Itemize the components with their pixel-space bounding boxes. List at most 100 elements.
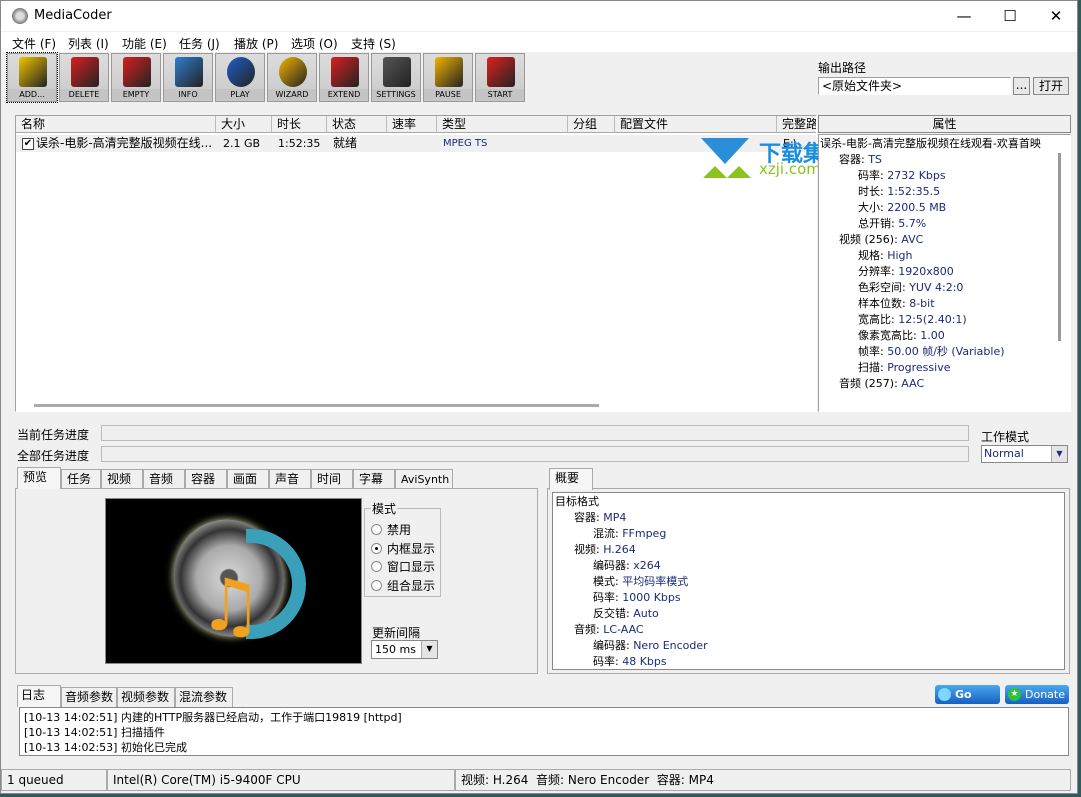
tab-9[interactable]: AviSynth	[395, 469, 453, 489]
mode-radio[interactable]	[371, 524, 382, 535]
mode-option-label[interactable]: 内框显示	[387, 540, 435, 557]
menu-bar: 文件 (F) 列表 (I) 功能 (E) 任务 (J) 播放 (P) 选项 (O…	[1, 32, 1077, 52]
info-button[interactable]: INFO	[163, 53, 213, 102]
tree-item[interactable]: 码率: 48 Kbps	[593, 654, 667, 670]
tree-item[interactable]: 反交错: Auto	[593, 606, 659, 622]
tree-item[interactable]: 音频: LC-AAC	[574, 622, 644, 638]
chevron-down-icon[interactable]: ▼	[421, 641, 437, 658]
play-button[interactable]: PLAY	[215, 53, 265, 102]
tree-item[interactable]: 码率: 2732 Kbps	[858, 168, 946, 184]
col-type[interactable]: 类型	[437, 116, 568, 133]
tree-item[interactable]: 视频: H.264	[574, 542, 636, 558]
tree-item[interactable]: 误杀-电影-高清完整版视频在线观看-欢喜首映	[820, 136, 1041, 152]
add-button[interactable]: ADD...	[6, 52, 58, 103]
extend-button[interactable]: EXTEND	[319, 53, 369, 102]
summary-tree[interactable]: 目标格式 容器: MP4 混流: FFmpeg 视频: H.264 编码器: x264 模…	[552, 492, 1065, 670]
tree-key: 编码器	[593, 639, 626, 652]
mode-radio[interactable]	[371, 579, 382, 591]
log-tab-3[interactable]: 混流参数	[175, 687, 233, 707]
settings-button[interactable]: SETTINGS	[371, 53, 421, 102]
log-tab-2[interactable]: 视频参数	[117, 687, 175, 707]
maximize-button[interactable]: ☐	[987, 1, 1033, 31]
tree-item[interactable]: 帧率: 50.00 帧/秒 (Variable)	[858, 344, 1005, 360]
tree-item[interactable]: 大小: 2200.5 MB	[858, 200, 946, 216]
pause-button[interactable]: PAUSE	[423, 53, 473, 102]
mode-radio[interactable]	[371, 542, 382, 554]
tab-7[interactable]: 时间	[311, 469, 353, 489]
log-tab-1[interactable]: 音频参数	[61, 687, 117, 707]
tab-8[interactable]: 字幕	[353, 469, 395, 489]
start-button[interactable]: START	[475, 53, 525, 102]
col-path[interactable]: 完整路	[777, 116, 816, 133]
interval-select[interactable]: 150 ms ▼	[371, 640, 438, 659]
tree-item[interactable]: 规格: High	[858, 248, 913, 264]
horizontal-scrollbar[interactable]	[34, 404, 599, 407]
menu-support[interactable]: 支持 (S)	[351, 35, 396, 52]
tree-item[interactable]: 音频 (257): AAC	[839, 376, 924, 392]
tab-5[interactable]: 画面	[227, 469, 269, 489]
log-box[interactable]: [10-13 14:02:51] 内建的HTTP服务器已经启动，工作于端口198…	[19, 707, 1069, 756]
log-tab-0[interactable]: 日志	[17, 685, 61, 707]
tree-item[interactable]: 容器: MP4	[574, 510, 626, 526]
tree-item[interactable]: 目标格式	[555, 494, 599, 510]
tree-item[interactable]: 码率: 1000 Kbps	[593, 590, 681, 606]
go-pro-button[interactable]: Go PRO	[935, 685, 1000, 720]
tab-2[interactable]: 视频	[101, 469, 143, 489]
mode-option-label[interactable]: 禁用	[387, 521, 411, 538]
tab-summary[interactable]: 概要	[549, 468, 593, 490]
browse-button[interactable]: ...	[1013, 77, 1030, 95]
menu-task[interactable]: 任务 (J)	[179, 35, 220, 52]
menu-play[interactable]: 播放 (P)	[234, 35, 278, 52]
col-profile[interactable]: 配置文件	[615, 116, 777, 133]
col-rate[interactable]: 速率	[387, 116, 437, 133]
properties-tree[interactable]: 误杀-电影-高清完整版视频在线观看-欢喜首映 容器: TS 码率: 2732 Kbp…	[818, 134, 1071, 412]
minimize-button[interactable]: —	[941, 1, 987, 31]
donate-button[interactable]: ★ Donate	[1005, 685, 1069, 704]
col-duration[interactable]: 时长	[272, 116, 327, 133]
table-row[interactable]: ✔ 误杀-电影-高清完整版视频在线... 2.1 GB 1:52:35 就绪 M…	[16, 135, 816, 152]
tree-item[interactable]: 模式: 平均码率模式	[593, 574, 688, 590]
output-path-input[interactable]: <原始文件夹>	[818, 77, 1011, 95]
mode-option-label[interactable]: 组合显示	[387, 577, 435, 594]
col-size[interactable]: 大小	[216, 116, 272, 133]
tree-item[interactable]: 时长: 1:52:35.5	[858, 184, 940, 200]
tree-item[interactable]: 视频 (256): AVC	[839, 232, 923, 248]
tree-item[interactable]: 编码器: Nero Encoder	[593, 638, 708, 654]
wizard-button[interactable]: WIZARD	[267, 53, 317, 102]
tree-item[interactable]: 样本位数: 8-bit	[858, 296, 935, 312]
empty-button[interactable]: EMPTY	[111, 53, 161, 102]
tab-6[interactable]: 声音	[269, 469, 311, 489]
menu-file[interactable]: 文件 (F)	[12, 35, 56, 52]
row-checkbox[interactable]: ✔	[22, 138, 34, 150]
work-mode-select[interactable]: Normal ▼	[981, 445, 1068, 463]
chevron-down-icon[interactable]: ▼	[1051, 446, 1067, 462]
tab-0[interactable]: 预览	[17, 467, 61, 489]
col-name[interactable]: 名称	[16, 116, 216, 133]
menu-function[interactable]: 功能 (E)	[122, 35, 167, 52]
delete-button[interactable]: DELETE	[59, 53, 109, 102]
tree-item[interactable]: 容器: TS	[839, 152, 882, 168]
properties-header[interactable]: 属性	[818, 115, 1071, 133]
open-button[interactable]: 打开	[1033, 77, 1069, 95]
properties-scrollbar[interactable]	[1058, 153, 1061, 341]
mode-radio[interactable]	[371, 561, 382, 572]
tab-4[interactable]: 容器	[185, 469, 227, 489]
tab-3[interactable]: 音频	[143, 469, 185, 489]
tree-key: 帧率	[858, 345, 880, 358]
tree-item[interactable]: 混流: FFmpeg	[593, 526, 666, 542]
mode-option-label[interactable]: 窗口显示	[387, 558, 435, 575]
close-button[interactable]: ✕	[1033, 1, 1079, 31]
menu-list[interactable]: 列表 (I)	[68, 35, 109, 52]
menu-options[interactable]: 选项 (O)	[291, 35, 338, 52]
tab-1[interactable]: 任务	[61, 469, 101, 489]
work-mode-label: 工作模式	[981, 430, 1030, 444]
tree-item[interactable]: 色彩空间: YUV 4:2:0	[858, 280, 963, 296]
tree-item[interactable]: 扫描: Progressive	[858, 360, 950, 376]
tree-item[interactable]: 总开销: 5.7%	[858, 216, 926, 232]
col-status[interactable]: 状态	[327, 116, 387, 133]
col-group[interactable]: 分组	[568, 116, 615, 133]
tree-item[interactable]: 宽高比: 12:5(2.40:1)	[858, 312, 967, 328]
tree-item[interactable]: 分辨率: 1920x800	[858, 264, 954, 280]
tree-item[interactable]: 像素宽高比: 1.00	[858, 328, 945, 344]
tree-item[interactable]: 编码器: x264	[593, 558, 661, 574]
